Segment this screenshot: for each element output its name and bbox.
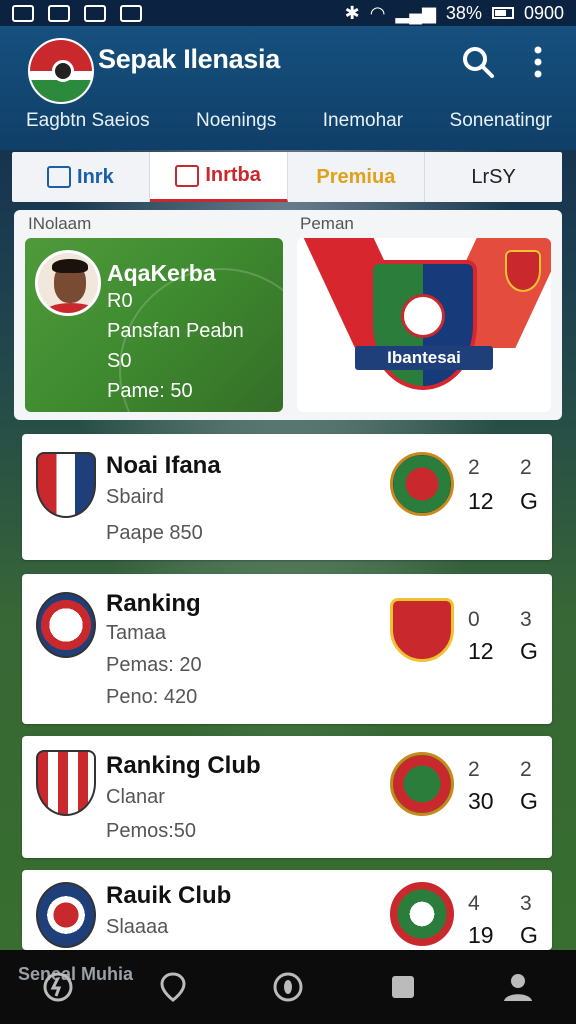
battery-icon	[491, 7, 514, 19]
opponent-crest	[390, 452, 454, 516]
tab-premium[interactable]: Premiua	[288, 152, 426, 202]
featured-section: INolaam Peman AqaKerba R0 Pansfan Peabn …	[14, 210, 562, 420]
club-sub-2: Paape 850	[106, 522, 203, 544]
score-bottom-right: G	[520, 788, 538, 814]
club-name: Ranking Club	[106, 752, 261, 779]
image-notification-icon	[12, 4, 34, 22]
opponent-crest	[390, 598, 454, 662]
club-name: Rauik Club	[106, 882, 232, 909]
club-sub-1: Slaaaa	[106, 916, 169, 938]
score-top-right: 2	[520, 456, 532, 479]
score-bottom-left: 30	[468, 788, 494, 814]
player-name: AqaKerba	[107, 260, 216, 286]
refresh-icon[interactable]	[41, 970, 75, 1004]
club-card[interactable]: Ranking Tamaa Pemas: 20 Peno: 420 0 3 12…	[22, 574, 552, 724]
score-top-left: 4	[468, 892, 480, 915]
club-sub-1: Clanar	[106, 786, 165, 808]
club-sub-1: Sbaird	[106, 486, 164, 508]
score-top-right: 2	[520, 758, 532, 781]
club-card[interactable]: Noai Ifana Sbaird Paape 850 2 2 12 G	[22, 434, 552, 560]
player-line-4: Pame: 50	[107, 380, 193, 402]
player-line-2: Pansfan Peabn	[107, 320, 244, 342]
app-notification-icon	[84, 4, 106, 22]
opponent-crest	[390, 752, 454, 816]
clock: 0900	[523, 2, 564, 23]
tab-rank[interactable]: Inrk	[12, 152, 150, 202]
bottom-nav-label: Seneal Muhia	[18, 964, 134, 984]
player-card[interactable]: AqaKerba R0 Pansfan Peabn S0 Pame: 50	[25, 238, 283, 412]
score-bottom-left: 12	[468, 488, 494, 514]
nav-link-1[interactable]: Eagbtn Saeios	[26, 110, 150, 132]
score-bottom-right: G	[520, 922, 538, 948]
score-bottom-right: G	[520, 488, 538, 514]
club-sub-1: Tamaa	[106, 622, 167, 644]
signal-icon: ▂▄▆	[395, 2, 436, 23]
rank-icon	[47, 166, 72, 188]
compass-icon[interactable]	[271, 970, 305, 1004]
profile-icon[interactable]	[501, 970, 535, 1004]
club-card[interactable]: Ranking Club Clanar Pemos:50 2 2 30 G	[22, 736, 552, 858]
score-bottom-left: 19	[468, 922, 494, 948]
club-crest	[36, 592, 96, 658]
bottom-nav: Seneal Muhia	[0, 950, 576, 1024]
club-card[interactable]: Rauik Club Slaaaa 4 3 19 G	[22, 870, 552, 950]
score-top-left: 2	[468, 456, 480, 479]
opponent-crest	[390, 882, 454, 946]
featured-left-label: INolaam	[28, 214, 92, 233]
search-icon[interactable]	[460, 44, 496, 80]
status-bar: ✱ ◠ ▂▄▆ 38% 0900	[0, 0, 576, 26]
small-club-badge	[505, 250, 541, 292]
nav-link-2[interactable]: Noenings	[196, 110, 276, 132]
club-crest	[36, 882, 96, 948]
square-icon[interactable]	[386, 970, 420, 1004]
score-top-right: 3	[520, 608, 532, 631]
player-line-1: R0	[107, 290, 133, 312]
club-name: Noai Ifana	[106, 452, 221, 479]
score-bottom-right: G	[520, 638, 538, 664]
club-banner-ribbon: Ibantesai	[355, 346, 493, 370]
tab-club[interactable]: Inrtba	[149, 152, 288, 202]
club-banner[interactable]: Ibantesai	[297, 238, 551, 412]
bluetooth-icon: ✱	[344, 2, 360, 23]
nav-link-4[interactable]: Sonenatingr	[450, 110, 552, 132]
bag-notification-icon	[120, 4, 142, 22]
wifi-icon: ◠	[369, 2, 386, 23]
score-top-left: 2	[468, 758, 480, 781]
club-crest-large	[369, 260, 477, 390]
location-icon[interactable]	[156, 970, 190, 1004]
app-title: Sepak Ilenasia	[98, 44, 280, 74]
club-sub-3: Peno: 420	[106, 686, 198, 708]
club-icon	[175, 164, 200, 187]
club-sub-2: Pemos:50	[106, 820, 197, 842]
club-crest	[36, 452, 96, 518]
featured-right-label: Peman	[300, 214, 354, 233]
club-name: Ranking	[106, 590, 201, 617]
header-nav: Eagbtn Saeios Noenings Inemohar Sonenati…	[0, 110, 576, 132]
tab-league[interactable]: LrSY	[425, 152, 562, 202]
player-line-3: S0	[107, 350, 132, 372]
avatar	[35, 250, 101, 316]
club-crest	[36, 750, 96, 816]
tab-bar: Inrk Inrtba Premiua LrSY	[12, 152, 562, 202]
nav-link-3[interactable]: Inemohar	[323, 110, 403, 132]
app-header: Sepak Ilenasia Eagbtn Saeios Noenings In…	[0, 26, 576, 150]
score-top-left: 0	[468, 608, 480, 631]
tab-club-label: Inrtba	[205, 164, 261, 186]
tab-rank-label: Inrk	[77, 165, 114, 188]
message-notification-icon	[48, 4, 70, 22]
tab-league-label: LrSY	[471, 165, 516, 188]
score-top-right: 3	[520, 892, 532, 915]
tab-premium-label: Premiua	[316, 165, 396, 188]
more-vertical-icon[interactable]	[526, 44, 550, 80]
battery-level: 38%	[445, 2, 482, 23]
score-bottom-left: 12	[468, 638, 494, 664]
app-logo	[28, 38, 94, 104]
club-sub-2: Pemas: 20	[106, 654, 202, 676]
